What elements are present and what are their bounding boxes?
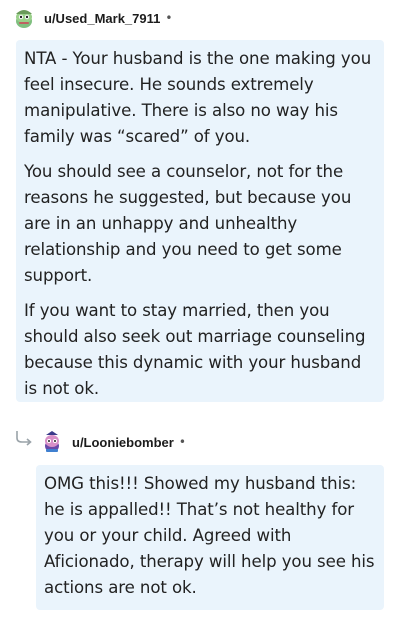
comment-2-header: u/Looniebomber • — [40, 430, 186, 454]
separator-dot: • — [165, 11, 173, 25]
comment-1-paragraph-3: If you want to stay married, then you sh… — [24, 301, 366, 398]
snoo-avatar-icon — [40, 430, 64, 454]
separator-dot: • — [178, 435, 186, 449]
comment-1-paragraph-1: NTA - Your husband is the one making you… — [24, 49, 372, 146]
reply-thread-arrow-icon — [16, 431, 32, 446]
comment-2-body: OMG this!!! Showed my husband this: he i… — [36, 465, 384, 610]
avatar[interactable] — [12, 6, 36, 30]
comment-1-body: NTA - Your husband is the one making you… — [16, 40, 384, 402]
comment-1-header: u/Used_Mark_7911 • — [12, 6, 172, 30]
snoo-avatar-icon — [12, 6, 36, 30]
comment-1-paragraph-2: You should see a counselor, not for the … — [24, 162, 352, 285]
comment-2-paragraph-1: OMG this!!! Showed my husband this: he i… — [44, 474, 375, 597]
comment-1-username[interactable]: u/Used_Mark_7911 — [44, 11, 160, 26]
comment-2-username[interactable]: u/Looniebomber — [72, 435, 174, 450]
avatar[interactable] — [40, 430, 64, 454]
